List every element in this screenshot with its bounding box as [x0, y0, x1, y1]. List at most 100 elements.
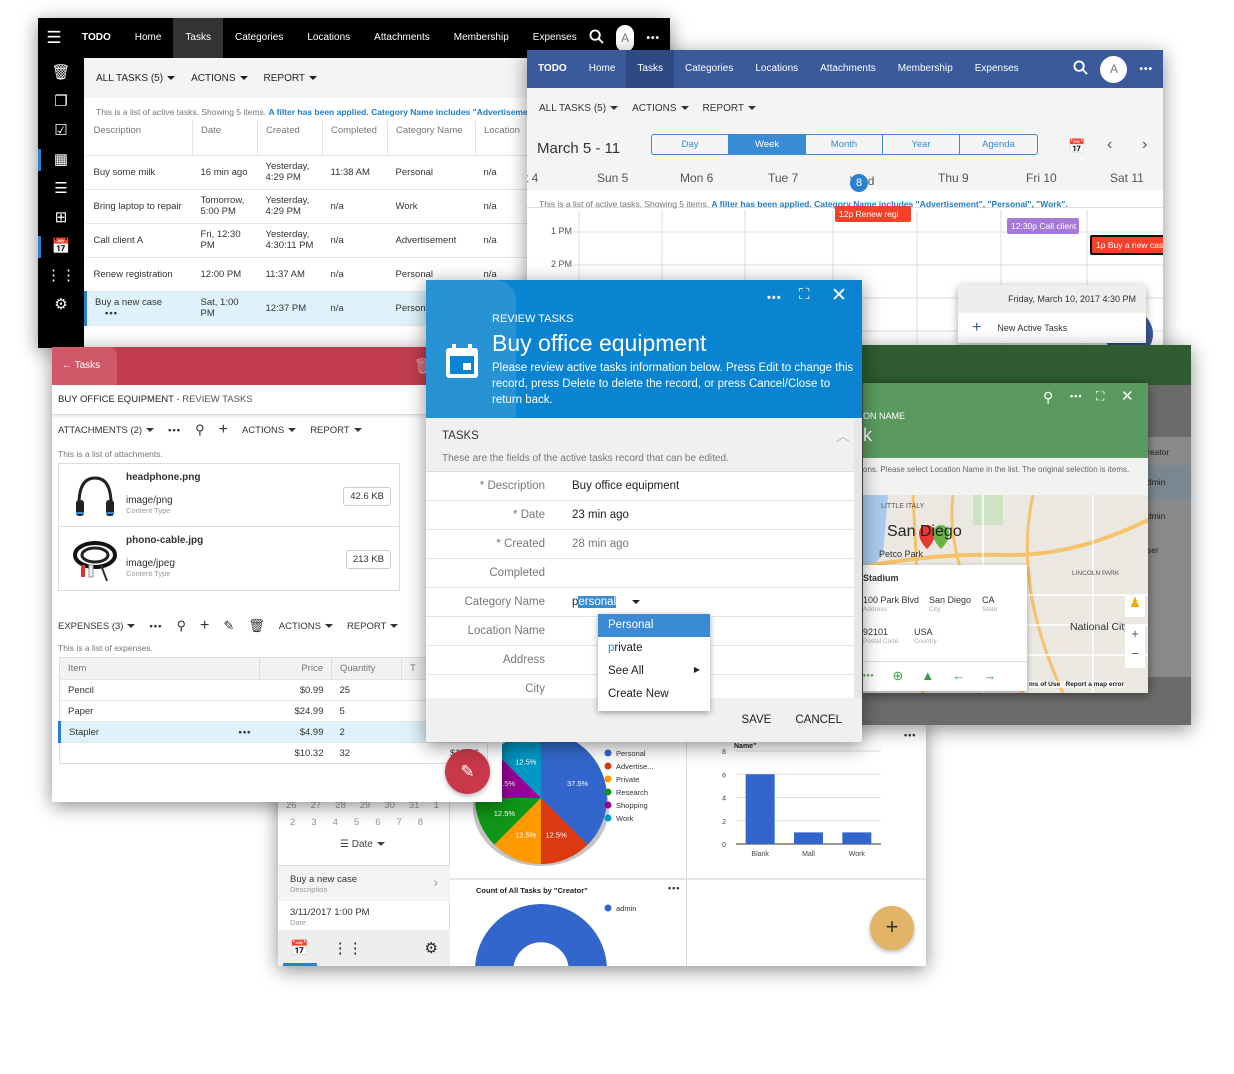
add-fab[interactable]: + [870, 906, 914, 950]
add-icon[interactable]: + [219, 421, 228, 439]
legend-label[interactable]: Shopping [616, 801, 648, 810]
nav-categories[interactable]: Categories [223, 18, 295, 58]
col-category[interactable]: Category Name [387, 121, 476, 156]
close-icon[interactable]: ✕ [831, 284, 847, 307]
zoom-in-icon[interactable]: ⊕ [892, 668, 903, 684]
dropdown-toggle[interactable] [628, 596, 640, 608]
prev-icon[interactable]: ‹ [1107, 136, 1112, 154]
col-created[interactable]: Created [257, 121, 323, 156]
attachment-name[interactable]: headphone.png [126, 472, 200, 483]
col-completed[interactable]: Completed [322, 121, 388, 156]
attachment-name[interactable]: phono-cable.jpg [126, 535, 203, 546]
settings-icon[interactable]: ⚙ [425, 939, 438, 957]
attachment-item[interactable]: phono-cable.jpg image/jpeg Content Type … [59, 527, 399, 590]
edit-fab[interactable]: ✎ [445, 749, 490, 794]
day-header[interactable]: Tue 7 [768, 171, 798, 185]
day-header[interactable]: Fri 10 [1026, 171, 1057, 185]
attachments-view-selector[interactable]: ATTACHMENTS (2) [58, 425, 154, 436]
apps-icon[interactable]: ⋮⋮ [333, 939, 363, 957]
day-header[interactable]: Mon 6 [680, 171, 713, 185]
view-week[interactable]: Week [729, 135, 806, 154]
list-view-icon[interactable]: ☰ [38, 174, 84, 203]
actions-menu[interactable]: ACTIONS [632, 103, 688, 114]
calendar-view-icon[interactable]: 📅 [38, 232, 84, 261]
search-icon[interactable]: ⚲ [1043, 389, 1053, 406]
event-call-client[interactable]: 12:30p Call client [1007, 218, 1079, 234]
chart-more-icon[interactable]: ••• [904, 730, 916, 740]
apps-icon[interactable]: ⋮⋮ [38, 261, 84, 290]
legend-label[interactable]: Private [616, 775, 639, 784]
zoom-out-button[interactable]: − [1125, 644, 1145, 664]
attachment-item[interactable]: headphone.png image/png Content Type 42.… [59, 464, 399, 527]
save-button[interactable]: SAVE [742, 714, 772, 726]
more-icon[interactable]: ••• [646, 33, 660, 44]
dropdown-option-private[interactable]: private [598, 637, 710, 660]
more-icon[interactable]: ••• [863, 671, 874, 680]
actions-menu[interactable]: ACTIONS [242, 425, 296, 436]
legend-label[interactable]: Personal [616, 749, 646, 758]
view-agenda[interactable]: Agenda [960, 135, 1037, 154]
more-icon[interactable]: ••• [149, 621, 162, 632]
col-description[interactable]: Description [85, 121, 193, 156]
arrow-left-icon[interactable]: ← [952, 668, 965, 683]
nav-categories[interactable]: Categories [674, 50, 744, 88]
table-row[interactable]: Paper $24.99 5 [59, 700, 488, 722]
more-icon[interactable]: ••• [1070, 391, 1082, 401]
day-cell[interactable]: 3 [311, 817, 316, 828]
view-month[interactable]: Month [806, 135, 883, 154]
event-buy-case[interactable]: 1p Buy a new case [1090, 235, 1163, 255]
description-field[interactable]: Buy office equipment [572, 480, 679, 492]
nav-attachments[interactable]: Attachments [809, 50, 887, 88]
category-input[interactable]: personal [572, 596, 617, 608]
bar-mall[interactable] [794, 832, 823, 844]
map[interactable]: LITTLE ITALY San Diego Petco Park Nation… [863, 495, 1148, 693]
add-icon[interactable]: + [200, 617, 209, 635]
tiles-view-icon[interactable]: ⊞ [38, 203, 84, 232]
expenses-view-selector[interactable]: EXPENSES (3) [58, 621, 135, 632]
report-menu[interactable]: REPORT [703, 103, 757, 114]
zoom-in-button[interactable]: + [1125, 624, 1145, 644]
event-renew[interactable]: 12p Renew regi [835, 206, 911, 222]
brand[interactable]: TODO [70, 18, 123, 58]
nav-membership[interactable]: Membership [442, 18, 521, 58]
bar-blank[interactable] [745, 774, 775, 844]
col-price[interactable]: Price [259, 657, 332, 680]
dropdown-option-create-new[interactable]: Create New [598, 683, 710, 706]
section-header[interactable]: TASKS These are the fields of the active… [426, 418, 862, 472]
navigate-icon[interactable]: ▲ [921, 668, 934, 683]
settings-icon[interactable]: ⚙ [38, 290, 84, 319]
list-item[interactable]: 3/11/2017 1:00 PM Date [278, 903, 450, 931]
list-item[interactable]: Buy a new case Description › [278, 865, 450, 901]
clipboard-check-icon[interactable]: ☑ [38, 116, 84, 145]
day-header[interactable]: t 4 [527, 171, 538, 185]
arrow-right-icon[interactable]: → [983, 668, 996, 683]
day-cell[interactable]: 8 [418, 817, 423, 828]
legend-label[interactable]: Research [616, 788, 648, 797]
day-cell[interactable]: 2 [290, 817, 295, 828]
nav-expenses[interactable]: Expenses [964, 50, 1030, 88]
nav-home[interactable]: Home [578, 50, 627, 88]
calendar-today-icon[interactable]: 📅 [1068, 138, 1085, 155]
bar-work[interactable] [842, 832, 872, 844]
chevron-up-icon[interactable]: ︿ [836, 426, 850, 446]
nav-locations[interactable]: Locations [295, 18, 362, 58]
avatar[interactable]: A [1100, 55, 1128, 83]
view-year[interactable]: Year [883, 135, 960, 154]
nav-home[interactable]: Home [123, 18, 174, 58]
copy-icon[interactable]: ❐ [38, 87, 84, 116]
fullscreen-icon[interactable]: ⛶ [799, 286, 810, 303]
cancel-button[interactable]: CANCEL [795, 714, 842, 726]
close-icon[interactable]: ✕ [1121, 387, 1134, 405]
street-view-icon[interactable]: ♟ [1125, 595, 1145, 617]
day-cell[interactable]: 6 [375, 817, 380, 828]
more-icon[interactable]: ••• [1139, 64, 1153, 75]
trash-icon[interactable]: 🗑 [38, 58, 84, 87]
table-row[interactable]: Pencil $0.99 25 [59, 679, 488, 701]
legend-label[interactable]: admin [616, 904, 636, 913]
view-day[interactable]: Day [652, 135, 729, 154]
grid-view-icon[interactable]: ▦ [38, 145, 84, 174]
more-icon[interactable]: ••• [767, 292, 782, 304]
day-cell[interactable]: 7 [396, 817, 401, 828]
report-menu[interactable]: REPORT [310, 425, 361, 436]
next-icon[interactable]: › [1142, 136, 1147, 154]
